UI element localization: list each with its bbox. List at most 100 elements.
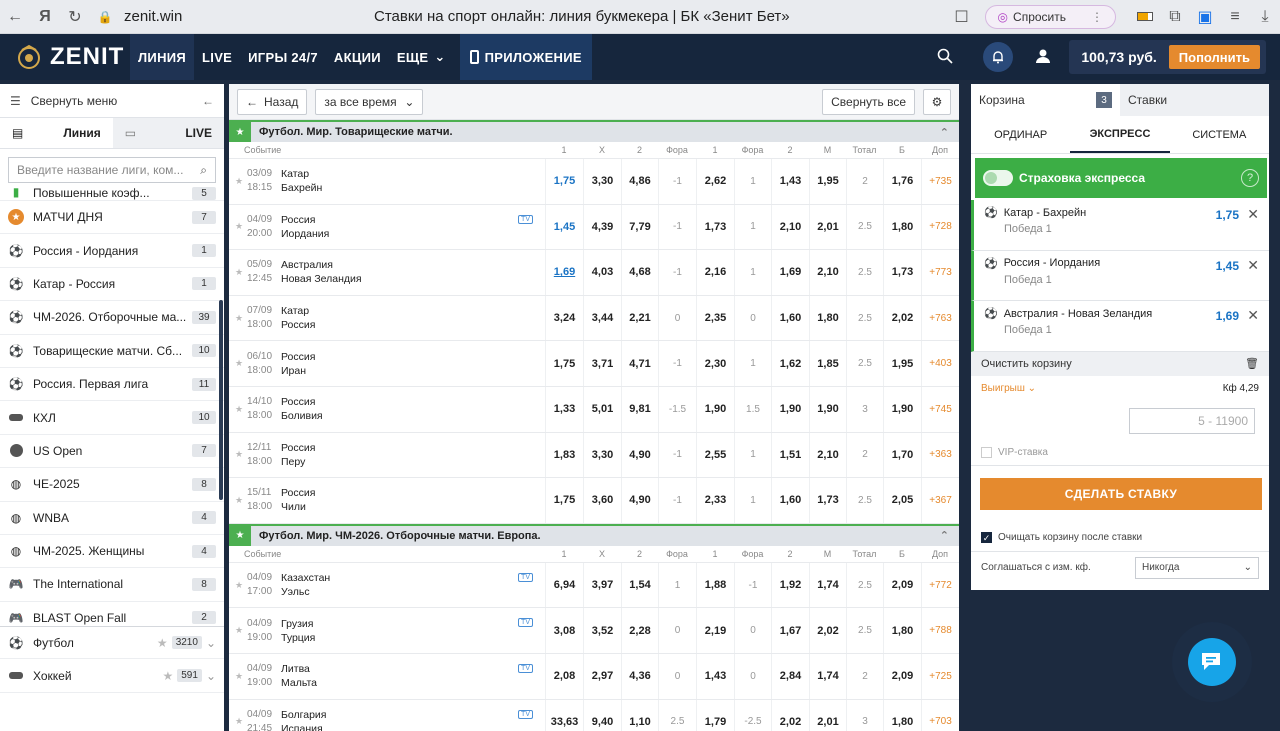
odd-button[interactable]: 1,73 bbox=[809, 478, 846, 523]
address-bar[interactable]: zenit.win bbox=[124, 8, 374, 25]
type-single[interactable]: ОРДИНАР bbox=[971, 116, 1070, 153]
odd-button[interactable]: 2,21 bbox=[621, 295, 658, 341]
back-button[interactable]: ← Назад bbox=[237, 88, 308, 115]
odd-button[interactable]: 2,10 bbox=[809, 250, 846, 295]
bookmark-icon[interactable]: ☐ bbox=[947, 0, 977, 34]
odd-button[interactable]: 1,92 bbox=[771, 562, 809, 608]
odd-button[interactable]: 1,90 bbox=[771, 386, 809, 432]
nav-more[interactable]: ЕЩЕ ⌄ bbox=[389, 34, 454, 80]
search-icon[interactable] bbox=[937, 48, 953, 67]
back-arrow-icon[interactable]: ← bbox=[0, 0, 30, 34]
nav-promo[interactable]: АКЦИИ bbox=[326, 34, 389, 80]
type-express[interactable]: ЭКСПРЕСС bbox=[1070, 116, 1170, 153]
odd-button[interactable]: 3,30 bbox=[583, 159, 621, 204]
sidebar-item[interactable]: ▮ Повышенные коэф... 5 bbox=[0, 179, 224, 201]
odd-button[interactable]: 3,44 bbox=[583, 295, 621, 341]
logo[interactable]: ZENIT bbox=[14, 42, 130, 72]
chevron-up-icon[interactable]: ⌃ bbox=[940, 529, 949, 542]
odd-button[interactable]: 1,80 bbox=[883, 204, 921, 250]
sidebar-sport-football[interactable]: ⚽ Футбол ★ 3210 ⌄ bbox=[0, 626, 224, 660]
odd-button[interactable]: 2,62 bbox=[696, 159, 734, 204]
odd-button[interactable]: 1,95 bbox=[809, 159, 846, 204]
extension-icon[interactable]: ⧉ bbox=[1160, 0, 1190, 34]
star-icon[interactable]: ★ bbox=[229, 580, 243, 591]
odd-button[interactable]: 1,69 bbox=[545, 250, 583, 295]
event-cell[interactable]: ★ 04/09 21:45 Болгария Испания TV bbox=[229, 700, 545, 731]
odd-button[interactable]: 1,62 bbox=[771, 341, 809, 386]
odd-button[interactable]: 1,33 bbox=[545, 386, 583, 432]
star-icon[interactable]: ★ bbox=[229, 267, 243, 278]
star-icon[interactable]: ★ bbox=[229, 122, 251, 142]
event-cell[interactable]: ★ 12/11 18:00 Россия Перу bbox=[229, 433, 545, 478]
close-icon[interactable]: ✕ bbox=[1247, 307, 1259, 324]
sidebar-item[interactable]: ⚽ Россия - Иордания 1 bbox=[0, 234, 224, 268]
clear-after-checkbox[interactable]: ✓ Очищать корзину после ставки bbox=[971, 524, 1269, 552]
battery-icon[interactable] bbox=[1130, 0, 1160, 34]
event-cell[interactable]: ★ 04/09 19:00 Литва Мальта TV bbox=[229, 654, 545, 699]
odd-button[interactable]: 1,79 bbox=[696, 699, 734, 731]
sidebar-item[interactable]: КХЛ 10 bbox=[0, 401, 224, 435]
tab-live[interactable]: ▭ LIVE bbox=[113, 118, 224, 148]
odd-button[interactable]: 2,09 bbox=[883, 562, 921, 608]
more-markets-button[interactable]: +763 bbox=[921, 295, 959, 341]
odd-button[interactable]: 2,08 bbox=[545, 653, 583, 699]
star-icon[interactable]: ★ bbox=[229, 625, 243, 636]
event-cell[interactable]: ★ 04/09 20:00 Россия Иордания TV bbox=[229, 205, 545, 250]
type-system[interactable]: СИСТЕМА bbox=[1170, 116, 1269, 153]
odd-button[interactable]: 1,80 bbox=[809, 295, 846, 341]
nav-live[interactable]: LIVE bbox=[194, 34, 240, 80]
sidebar-item[interactable]: ⚽ Россия. Первая лига 11 bbox=[0, 368, 224, 402]
odd-button[interactable]: 1,54 bbox=[621, 562, 658, 608]
odd-button[interactable]: 1,51 bbox=[771, 432, 809, 478]
odd-button[interactable]: 4,86 bbox=[621, 159, 658, 204]
odd-button[interactable]: 2,09 bbox=[883, 653, 921, 699]
chevron-up-icon[interactable]: ⌃ bbox=[940, 126, 949, 139]
odd-button[interactable]: 2,84 bbox=[771, 653, 809, 699]
odd-button[interactable]: 3,97 bbox=[583, 562, 621, 608]
odd-button[interactable]: 1,76 bbox=[883, 159, 921, 204]
close-icon[interactable]: ✕ bbox=[1247, 206, 1259, 223]
more-markets-button[interactable]: +788 bbox=[921, 608, 959, 653]
odd-button[interactable]: 2,01 bbox=[809, 699, 846, 731]
more-markets-button[interactable]: +728 bbox=[921, 204, 959, 250]
sidebar-item[interactable]: 🎮 BLAST Open Fall 2 bbox=[0, 602, 224, 626]
star-icon[interactable]: ★ bbox=[229, 671, 243, 682]
sidebar-item[interactable]: ◍ WNBA 4 bbox=[0, 502, 224, 535]
odd-button[interactable]: 1,10 bbox=[621, 699, 658, 731]
star-icon[interactable]: ★ bbox=[229, 176, 243, 187]
user-icon[interactable] bbox=[1035, 48, 1051, 67]
star-icon[interactable]: ★ bbox=[229, 221, 243, 232]
settings-button[interactable]: ⚙ bbox=[923, 88, 951, 115]
more-markets-button[interactable]: +367 bbox=[921, 478, 959, 523]
league-header[interactable]: ★ Футбол. Мир. Товарищеские матчи. ⌃ bbox=[229, 120, 959, 142]
star-icon[interactable]: ★ bbox=[229, 495, 243, 506]
download-icon[interactable]: ⤓ bbox=[1250, 0, 1280, 34]
star-icon[interactable]: ★ bbox=[229, 449, 243, 460]
sidebar-item[interactable]: ⚽ Катар - Россия 1 bbox=[0, 268, 224, 302]
odd-button[interactable]: 3,24 bbox=[545, 295, 583, 341]
odd-button[interactable]: 3,60 bbox=[583, 478, 621, 523]
sidebar-item[interactable]: ◍ ЧЕ-2025 8 bbox=[0, 468, 224, 502]
league-header[interactable]: ★ Футбол. Мир. ЧМ-2026. Отборочные матчи.… bbox=[229, 523, 959, 546]
odd-button[interactable]: 6,94 bbox=[545, 562, 583, 608]
odd-button[interactable]: 2,28 bbox=[621, 608, 658, 653]
odd-button[interactable]: 1,45 bbox=[545, 204, 583, 250]
more-markets-button[interactable]: +772 bbox=[921, 562, 959, 608]
odd-button[interactable]: 1,73 bbox=[696, 204, 734, 250]
odd-button[interactable]: 2,97 bbox=[583, 653, 621, 699]
ask-button[interactable]: ◎ Спросить ⋮ bbox=[984, 4, 1116, 29]
odd-button[interactable]: 4,03 bbox=[583, 250, 621, 295]
odd-button[interactable]: 1,74 bbox=[809, 653, 846, 699]
sidebar-item[interactable]: ⚽ Товарищеские матчи. Сб... 10 bbox=[0, 335, 224, 368]
event-cell[interactable]: ★ 04/09 17:00 Казахстан Уэльс TV bbox=[229, 563, 545, 608]
odd-button[interactable]: 1,43 bbox=[771, 159, 809, 204]
star-icon[interactable]: ★ bbox=[229, 716, 243, 727]
odd-button[interactable]: 2,10 bbox=[771, 204, 809, 250]
more-markets-button[interactable]: +745 bbox=[921, 386, 959, 432]
nav-line[interactable]: ЛИНИЯ bbox=[130, 34, 195, 80]
event-cell[interactable]: ★ 15/11 18:00 Россия Чили bbox=[229, 478, 545, 523]
odd-button[interactable]: 4,36 bbox=[621, 653, 658, 699]
sidebar-scrollbar[interactable] bbox=[219, 300, 223, 500]
chat-button[interactable] bbox=[1172, 622, 1252, 702]
collapse-all-button[interactable]: Свернуть все bbox=[822, 88, 915, 115]
